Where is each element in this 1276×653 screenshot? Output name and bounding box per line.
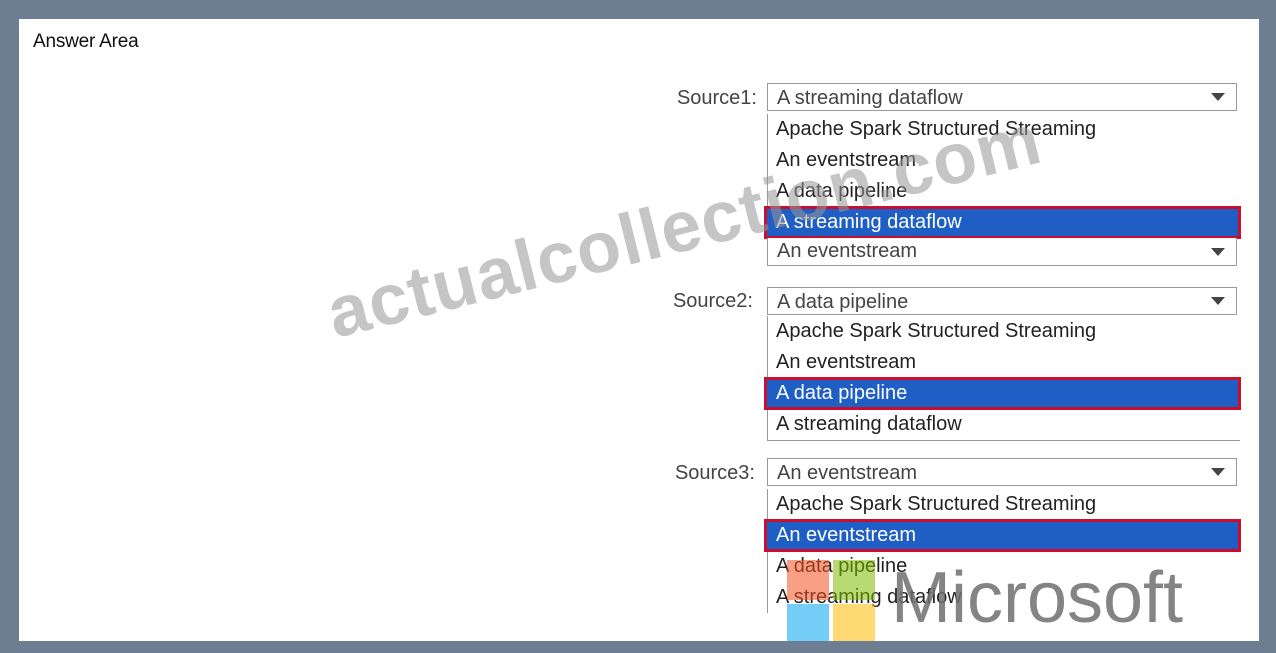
source3-label: Source3: bbox=[674, 462, 755, 484]
source2-option-eventstream[interactable]: An eventstream bbox=[768, 347, 1240, 378]
source3-selected-value: An eventstream bbox=[777, 462, 918, 484]
source2-dropdown-prev[interactable]: An eventstream bbox=[767, 238, 1237, 266]
chevron-down-icon[interactable] bbox=[1200, 238, 1236, 265]
source1-label: Source1: bbox=[676, 87, 757, 109]
source2-selected-value: A data pipeline bbox=[777, 291, 909, 313]
source2-dropdown[interactable]: A data pipeline bbox=[767, 287, 1237, 315]
chevron-down-icon[interactable] bbox=[1200, 288, 1236, 314]
answer-area-title: Answer Area bbox=[33, 31, 139, 52]
source3-dropdown[interactable]: An eventstream bbox=[767, 458, 1237, 486]
microsoft-logo-text: Microsoft bbox=[891, 558, 1184, 638]
source2-option-spark[interactable]: Apache Spark Structured Streaming bbox=[768, 316, 1240, 347]
chevron-down-icon[interactable] bbox=[1200, 459, 1236, 485]
source3-option-spark[interactable]: Apache Spark Structured Streaming bbox=[768, 489, 1240, 520]
answer-area-panel: Answer Area Source1: A streaming dataflo… bbox=[19, 19, 1259, 641]
source2-previous-value: An eventstream bbox=[777, 240, 918, 262]
source2-option-pipeline[interactable]: A data pipeline bbox=[764, 377, 1241, 410]
source2-options-list: Apache Spark Structured Streaming An eve… bbox=[764, 316, 1241, 441]
chevron-down-icon[interactable] bbox=[1200, 84, 1236, 110]
source1-selected-value: A streaming dataflow bbox=[777, 87, 963, 109]
source3-option-eventstream[interactable]: An eventstream bbox=[764, 519, 1241, 552]
source2-label: Source2: bbox=[672, 290, 753, 312]
source2-option-dataflow[interactable]: A streaming dataflow bbox=[768, 409, 1240, 440]
